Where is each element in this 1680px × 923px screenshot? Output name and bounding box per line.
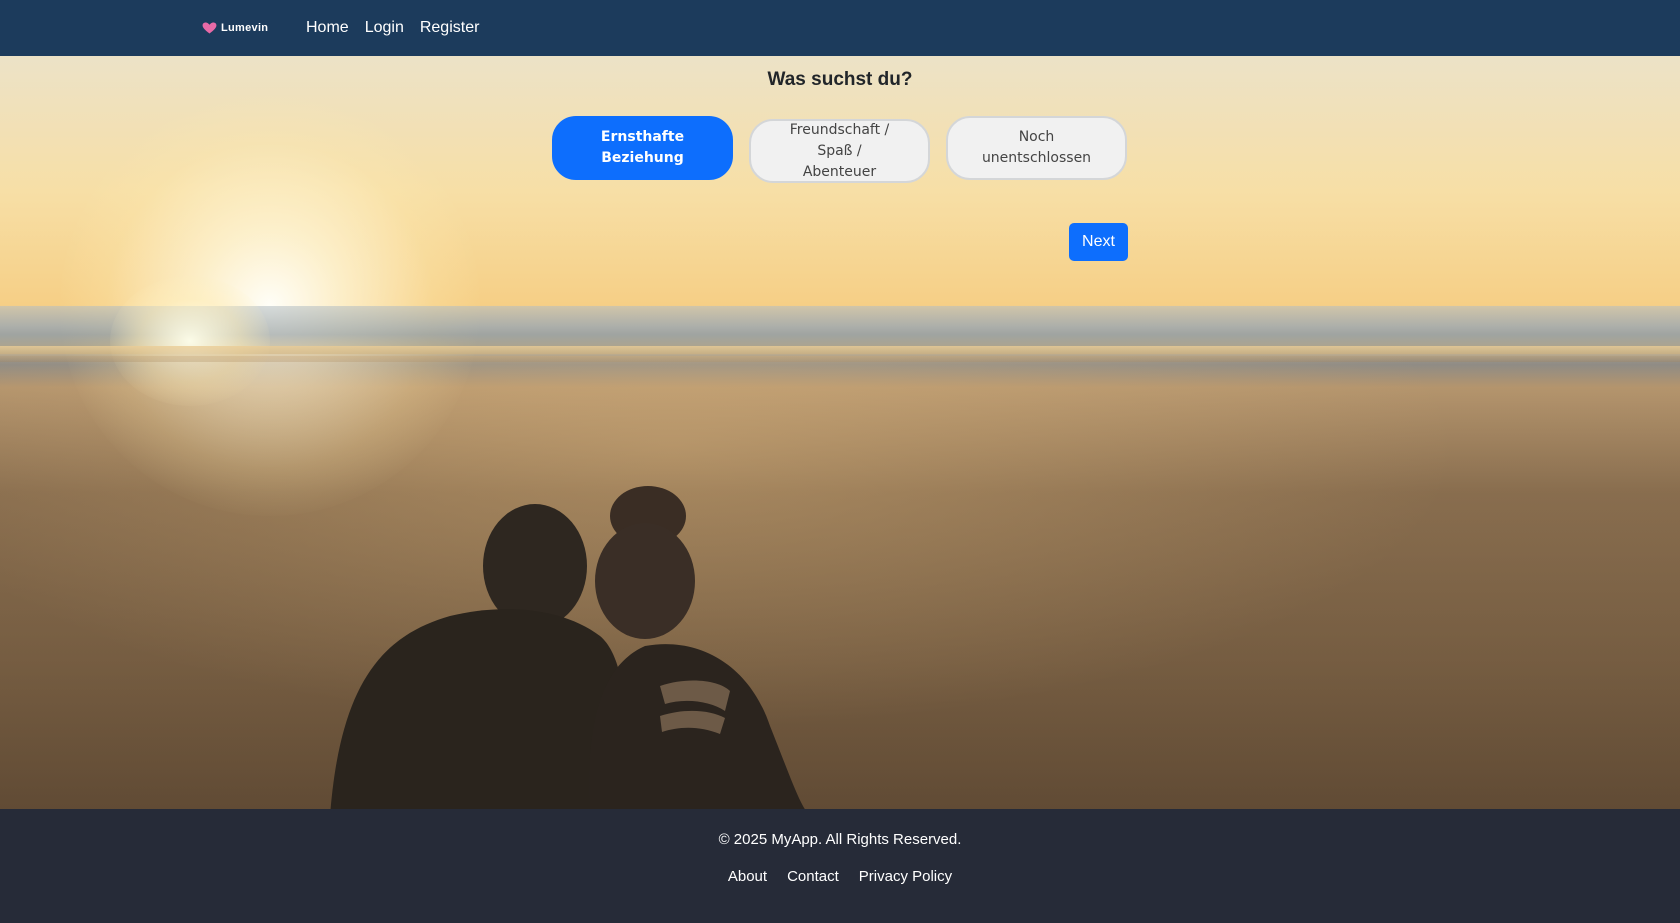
option-group: Ernsthafte Beziehung Freundschaft / Spaß…	[552, 116, 1127, 183]
option-undecided[interactable]: Noch unentschlossen	[946, 116, 1127, 180]
copyright-text: © 2025 MyApp. All Rights Reserved.	[718, 831, 962, 848]
nav-home-link[interactable]: Home	[306, 17, 349, 39]
option-serious-relationship-label: Ernsthafte Beziehung	[600, 129, 685, 166]
question-heading: Was suchst du?	[767, 69, 913, 90]
navbar: Lumevin Home Login Register	[0, 0, 1680, 56]
option-undecided-label: Noch unentschlossen	[981, 129, 1092, 166]
hero-section: Was suchst du? Ernsthafte Beziehung Freu…	[0, 56, 1680, 809]
heart-icon	[202, 22, 217, 34]
brand-name: Lumevin	[221, 22, 269, 34]
footer-about-link[interactable]: About	[728, 867, 767, 887]
nav-login-link[interactable]: Login	[365, 17, 404, 39]
couple-silhouette	[330, 486, 805, 809]
option-friendship-fun-adventure[interactable]: Freundschaft / Spaß / Abenteuer	[749, 119, 930, 183]
footer: © 2025 MyApp. All Rights Reserved. About…	[0, 809, 1680, 923]
brand-logo[interactable]: Lumevin	[202, 20, 268, 36]
footer-contact-link[interactable]: Contact	[787, 867, 839, 887]
sand-area	[0, 356, 1680, 809]
option-serious-relationship[interactable]: Ernsthafte Beziehung	[552, 116, 733, 180]
footer-privacy-link[interactable]: Privacy Policy	[859, 867, 952, 887]
next-button[interactable]: Next	[1069, 223, 1128, 261]
option-friendship-fun-adventure-label: Freundschaft / Spaß / Abenteuer	[789, 121, 890, 180]
main-nav: Home Login Register	[306, 17, 479, 39]
nav-register-link[interactable]: Register	[420, 17, 480, 39]
footer-links: About Contact Privacy Policy	[0, 867, 1680, 887]
